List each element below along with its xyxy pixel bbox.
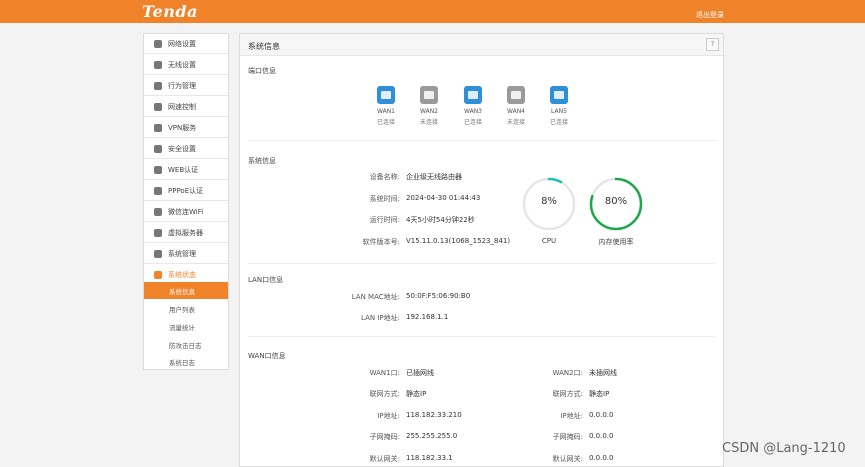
system-time-label: 系统时间: (369, 195, 400, 203)
ethernet-port-icon (507, 86, 525, 104)
subitem-system-log[interactable]: 系统日志 (144, 353, 228, 370)
pppoe-icon (154, 186, 162, 195)
cpu-gauge: 8% CPU (521, 176, 577, 246)
ethernet-port-icon (377, 86, 395, 104)
wifi-icon (154, 60, 162, 69)
wan2-port-value: 未插网线 (589, 369, 617, 377)
sidebar-item-virtual-server[interactable]: 虚拟服务器 (144, 223, 228, 243)
wan1-port-value: 已插网线 (406, 369, 434, 377)
port-wan3: WAN3 已连接 (458, 86, 488, 126)
memory-value: 80% (604, 196, 628, 207)
user-icon (154, 81, 162, 90)
wan2-gateway-label: 默认网关: (552, 455, 583, 463)
wan2-gateway-value: 0.0.0.0 (589, 454, 614, 462)
uptime-value: 4天5小时54分钟22秒 (406, 216, 475, 224)
web-icon (154, 165, 162, 174)
wan2-mask-label: 子网掩码: (552, 433, 583, 441)
uptime-label: 运行时间: (369, 216, 400, 224)
lan-ip-value: 192.168.1.1 (406, 313, 449, 321)
wan1-port-label: WAN1口: (369, 369, 400, 377)
help-button[interactable]: ? (706, 38, 719, 51)
port-wan4: WAN4 未连接 (501, 86, 531, 126)
sidebar: 网络设置 无线设置 行为管理 网速控制 VPN服务 安全设置 WEB认证 PPP… (143, 33, 229, 370)
sidebar-item-vpn[interactable]: VPN服务 (144, 118, 228, 138)
gear-icon (154, 249, 162, 258)
divider (248, 140, 715, 141)
wan2-mode-value: 静态IP (589, 390, 610, 398)
sidebar-item-web-auth[interactable]: WEB认证 (144, 160, 228, 180)
wan2-port-label: WAN2口: (552, 369, 583, 377)
wechat-icon (154, 207, 162, 216)
ethernet-port-icon (464, 86, 482, 104)
subitem-system-info[interactable]: 系统信息 (144, 282, 228, 299)
wan1-gateway-value: 118.182.33.1 (406, 454, 453, 462)
memory-gauge: 80% 内存使用率 (588, 176, 644, 246)
panel-header: 系统信息 ? (240, 34, 723, 56)
page-title: 系统信息 (248, 42, 280, 51)
subitem-user-list[interactable]: 用户列表 (144, 300, 228, 317)
divider (248, 263, 715, 264)
sidebar-item-network[interactable]: 网络设置 (144, 34, 228, 54)
wan2-mode-label: 联网方式: (552, 390, 583, 398)
sidebar-item-wireless[interactable]: 无线设置 (144, 55, 228, 75)
main-panel: 系统信息 ? 端口信息 WAN1 已连接 WAN2 未连接 WAN3 已连接 W… (239, 33, 724, 467)
port-lan5: LAN5 已连接 (544, 86, 574, 126)
server-icon (154, 228, 162, 237)
sidebar-item-behavior[interactable]: 行为管理 (144, 76, 228, 96)
sidebar-item-pppoe[interactable]: PPPoE认证 (144, 181, 228, 201)
divider (248, 336, 715, 337)
port-wan2: WAN2 未连接 (414, 86, 444, 126)
sidebar-item-wechat-wifi[interactable]: 微信连WiFi (144, 202, 228, 222)
logout-link[interactable]: 退出登录 (696, 10, 724, 20)
system-section-title: 系统信息 (248, 157, 276, 165)
shield-icon (154, 144, 162, 153)
version-value: V15.11.0.13(1068_1523_841) (406, 237, 511, 245)
system-time-value: 2024-04-30 01:44:43 (406, 194, 481, 202)
lan-section-title: LAN口信息 (248, 276, 284, 284)
globe-icon (154, 39, 162, 48)
wan1-mode-label: 联网方式: (369, 390, 400, 398)
version-label: 软件版本号: (362, 238, 400, 246)
memory-label: 内存使用率 (598, 238, 634, 246)
wan1-mode-value: 静态IP (406, 390, 427, 398)
csdn-watermark: CSDN @Lang-1210 (722, 441, 846, 456)
subitem-traffic-stats[interactable]: 流量统计 (144, 318, 228, 335)
wan1-gateway-label: 默认网关: (369, 455, 400, 463)
port-section-title: 端口信息 (248, 67, 276, 75)
wan1-ip-label: IP地址: (377, 412, 400, 420)
pulse-icon (154, 270, 162, 279)
sidebar-item-security[interactable]: 安全设置 (144, 139, 228, 159)
wan2-ip-value: 0.0.0.0 (589, 411, 614, 419)
port-wan1: WAN1 已连接 (371, 86, 401, 126)
ethernet-port-icon (550, 86, 568, 104)
ethernet-port-icon (420, 86, 438, 104)
lan-mac-label: LAN MAC地址: (351, 293, 400, 301)
cpu-value: 8% (541, 196, 557, 207)
device-name-value: 企业级无线路由器 (406, 173, 462, 181)
sidebar-item-speed[interactable]: 网速控制 (144, 97, 228, 117)
lan-ip-label: LAN IP地址: (361, 314, 400, 322)
wan2-mask-value: 0.0.0.0 (589, 432, 614, 440)
lan-mac-value: 50:0F:F5:06:90:B0 (406, 292, 471, 300)
subitem-attack-log[interactable]: 防攻击日志 (144, 336, 228, 353)
speed-icon (154, 102, 162, 111)
sidebar-item-system-manage[interactable]: 系统管理 (144, 244, 228, 264)
wan2-ip-label: IP地址: (560, 412, 583, 420)
wan1-ip-value: 118.182.33.210 (406, 411, 462, 419)
wan1-mask-value: 255.255.255.0 (406, 432, 458, 440)
cpu-label: CPU (541, 237, 557, 245)
wan-section-title: WAN口信息 (248, 352, 286, 360)
device-name-label: 设备名称: (369, 173, 400, 181)
top-bar: Tenda 退出登录 (0, 0, 865, 23)
wan1-mask-label: 子网掩码: (369, 433, 400, 441)
tenda-logo: Tenda (142, 2, 198, 21)
vpn-icon (154, 123, 162, 132)
